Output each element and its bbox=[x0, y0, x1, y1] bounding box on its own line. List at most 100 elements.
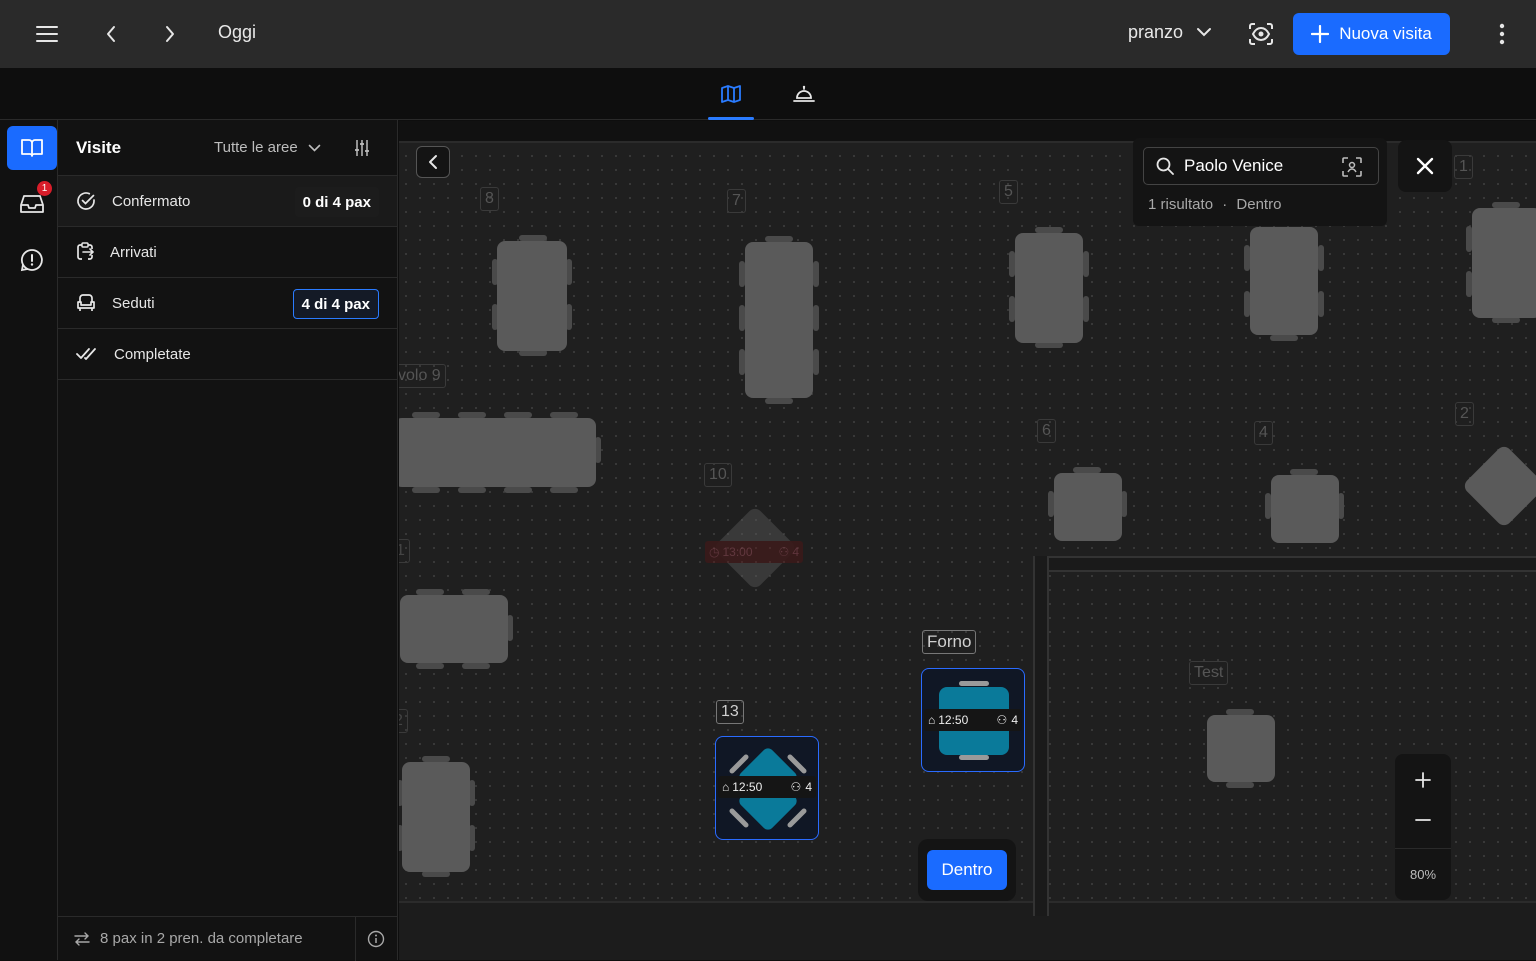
more-vertical-icon[interactable] bbox=[1482, 14, 1522, 54]
table-label: 10 bbox=[704, 463, 732, 487]
close-icon bbox=[1416, 157, 1434, 175]
status-label: Confermato bbox=[112, 192, 191, 210]
tab-service[interactable] bbox=[781, 78, 827, 110]
rail-visits[interactable] bbox=[7, 126, 57, 170]
reservation-time: 13:00 bbox=[722, 545, 753, 559]
table-label: 1 bbox=[399, 539, 410, 563]
dot-separator: · bbox=[1222, 196, 1228, 213]
service-selector[interactable]: pranzo bbox=[1128, 22, 1211, 43]
status-row-arrived[interactable]: Arrivati bbox=[58, 227, 397, 278]
zoom-out-button[interactable] bbox=[1395, 798, 1451, 842]
reservation-time: 12:50 bbox=[732, 780, 763, 794]
table-label: Test bbox=[1189, 661, 1229, 685]
previous-day-button[interactable] bbox=[91, 14, 131, 54]
table-forno[interactable]: ⌂ 12:50 ⚇ 4 bbox=[921, 668, 1025, 772]
search-result-status: Dentro bbox=[1236, 196, 1282, 213]
info-icon[interactable] bbox=[364, 927, 388, 951]
new-visit-label: Nuova visita bbox=[1339, 24, 1432, 43]
search-result[interactable]: 1 risultato · Dentro bbox=[1148, 196, 1281, 213]
collapse-panel-button[interactable] bbox=[416, 146, 450, 178]
visits-panel: Visite Tutte le aree Confermato 0 di 4 p… bbox=[58, 120, 398, 961]
table-label: 2 bbox=[1455, 402, 1474, 426]
double-check-icon bbox=[76, 348, 96, 360]
status-row-seated[interactable]: Seduti 4 di 4 pax bbox=[58, 278, 397, 329]
table-label: 5 bbox=[999, 180, 1018, 204]
map-icon bbox=[721, 85, 741, 103]
status-label: Seduti bbox=[112, 294, 155, 312]
book-open-icon bbox=[21, 139, 43, 157]
close-search-button[interactable] bbox=[1398, 140, 1452, 192]
plus-icon bbox=[1415, 772, 1431, 788]
table-13[interactable]: ⌂ 12:50 ⚇ 4 bbox=[715, 736, 819, 840]
plus-icon bbox=[1311, 25, 1330, 43]
chevron-down-icon bbox=[1197, 28, 1211, 37]
reservation-pax: 4 bbox=[792, 545, 799, 559]
status-label: Completate bbox=[114, 345, 191, 363]
reservation-chip: ⌂ 12:50 ⚇ 4 bbox=[718, 776, 816, 798]
swap-arrows-icon bbox=[74, 931, 90, 946]
dentro-button[interactable]: Dentro bbox=[927, 850, 1007, 890]
eye-scan-icon[interactable] bbox=[1241, 14, 1281, 54]
status-count: 0 di 4 pax bbox=[294, 187, 379, 217]
status-row-completed[interactable]: Completate bbox=[58, 329, 397, 380]
status-action-card: Dentro bbox=[918, 839, 1016, 901]
tab-map[interactable] bbox=[708, 78, 754, 120]
table-label: 13 bbox=[716, 700, 744, 724]
table-label: 4 bbox=[1254, 421, 1273, 445]
panel-footer: 8 pax in 2 pren. da completare bbox=[58, 916, 398, 961]
next-day-button[interactable] bbox=[150, 14, 190, 54]
reservation-time: 12:50 bbox=[938, 713, 969, 727]
minus-icon bbox=[1415, 819, 1431, 821]
search-result-count: 1 risultato bbox=[1148, 196, 1214, 213]
reservation-pax: 4 bbox=[805, 780, 812, 794]
zoom-in-button[interactable] bbox=[1395, 758, 1451, 802]
top-bar: Oggi pranzo Nuova visita bbox=[0, 0, 1536, 68]
room-wall bbox=[1033, 556, 1049, 916]
left-rail: 1 bbox=[0, 120, 58, 960]
service-label: pranzo bbox=[1128, 22, 1184, 42]
map-bottom-edge bbox=[399, 901, 1536, 960]
status-row-confirmed[interactable]: Confermato 0 di 4 pax bbox=[58, 176, 397, 227]
footer-summary: 8 pax in 2 pren. da completare bbox=[100, 930, 303, 947]
service-bell-icon bbox=[793, 85, 815, 102]
table-label: Forno bbox=[922, 630, 977, 654]
rail-inbox[interactable]: 1 bbox=[7, 181, 57, 226]
alert-circle-icon bbox=[20, 249, 43, 272]
status-count: 4 di 4 pax bbox=[292, 289, 379, 319]
zoom-controls: 80% bbox=[1395, 754, 1451, 900]
view-tabs bbox=[0, 68, 1536, 120]
inbox-icon bbox=[20, 195, 44, 213]
rail-alerts[interactable] bbox=[7, 238, 57, 282]
chevron-down-icon bbox=[308, 144, 320, 152]
new-visit-button[interactable]: Nuova visita bbox=[1293, 13, 1450, 55]
zoom-level: 80% bbox=[1395, 848, 1451, 882]
hamburger-menu-icon[interactable] bbox=[27, 14, 67, 54]
search-input[interactable]: Paolo Venice bbox=[1143, 147, 1379, 185]
footer-divider bbox=[355, 917, 356, 961]
table-search-card: Paolo Venice 1 risultato · Dentro bbox=[1133, 138, 1387, 226]
armchair-icon: ⌂ bbox=[722, 780, 730, 794]
room-wall bbox=[1033, 556, 1536, 572]
clock-icon: ◷ bbox=[709, 545, 720, 559]
reservation-chip: ⌂ 12:50 ⚇ 4 bbox=[924, 709, 1022, 731]
area-filter-label: Tutte le aree bbox=[214, 139, 298, 156]
date-label[interactable]: Oggi bbox=[218, 22, 256, 43]
area-filter-dropdown[interactable]: Tutte le aree bbox=[214, 139, 321, 156]
search-icon bbox=[1156, 157, 1174, 175]
table-label: 1 bbox=[1454, 155, 1473, 179]
table-label: 8 bbox=[480, 187, 499, 211]
sliders-icon[interactable] bbox=[348, 134, 376, 162]
inbox-badge: 1 bbox=[37, 181, 52, 196]
floor-map[interactable]: 8 7 5 1 volo 9 10 ◷ 13:00 ⚇ 4 6 4 2 1 13… bbox=[399, 121, 1536, 960]
check-circle-icon bbox=[77, 192, 95, 210]
scan-face-icon[interactable] bbox=[1342, 157, 1362, 177]
search-value: Paolo Venice bbox=[1184, 156, 1284, 175]
reservation-pax: 4 bbox=[1011, 713, 1018, 727]
table-label: 6 bbox=[1037, 419, 1056, 443]
person-icon: ⚇ bbox=[996, 713, 1008, 727]
clipboard-arrow-icon bbox=[77, 242, 94, 260]
person-icon: ⚇ bbox=[790, 780, 802, 794]
armchair-icon: ⌂ bbox=[928, 713, 936, 727]
person-icon: ⚇ bbox=[778, 545, 790, 559]
armchair-icon bbox=[77, 294, 95, 311]
